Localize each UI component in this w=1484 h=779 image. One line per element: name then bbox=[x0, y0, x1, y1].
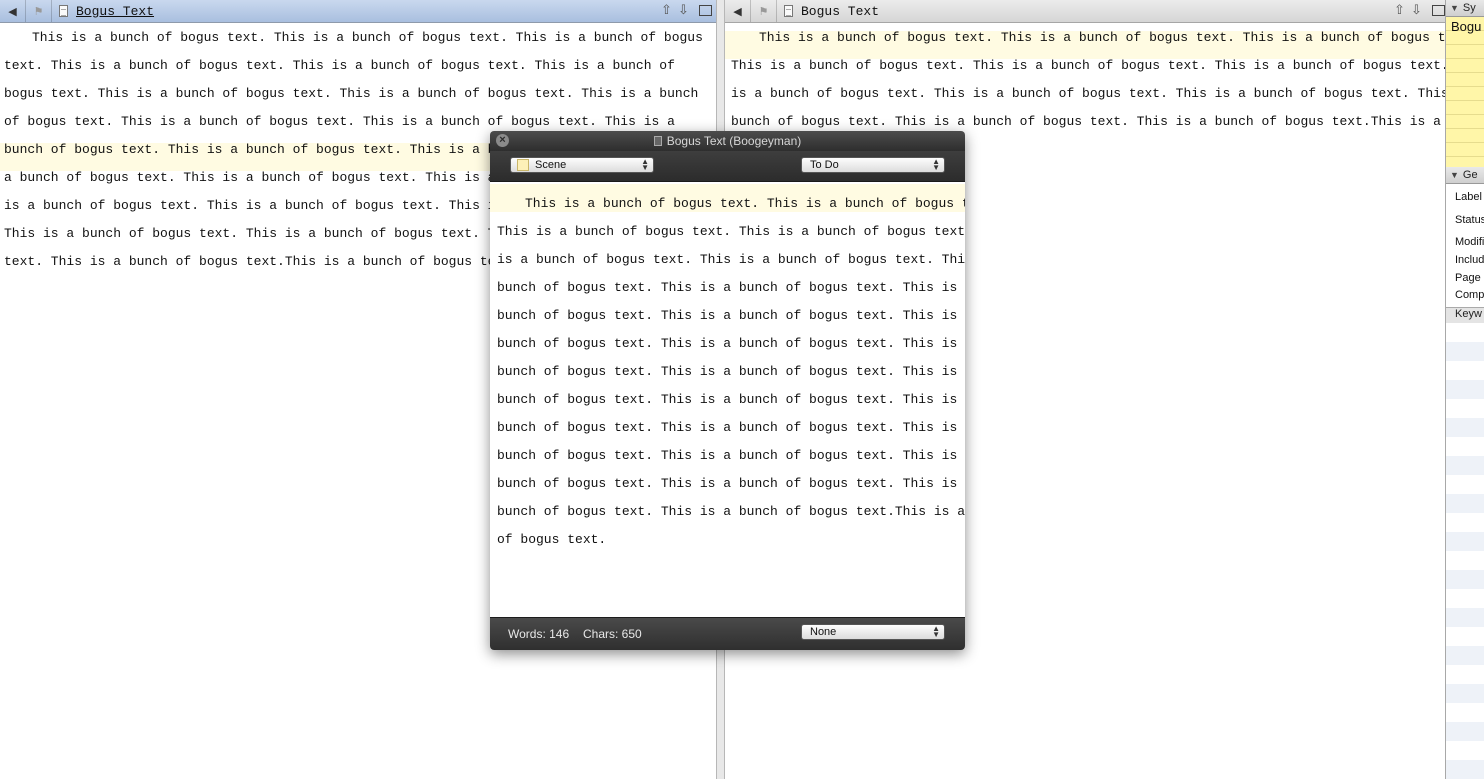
general-header-label: Ge bbox=[1462, 169, 1478, 181]
back-arrow-icon[interactable]: ◀ bbox=[0, 0, 26, 22]
next-document-icon[interactable]: ⇩ bbox=[676, 2, 691, 18]
synopsis-text: Bogu bbox=[1451, 19, 1482, 34]
right-pane-header: ◀ ⚑ Bogus Text ⇧ ⇩ bbox=[725, 0, 1445, 23]
synopsis-header[interactable]: ▼ Sy bbox=[1446, 0, 1484, 17]
label-color-swatch bbox=[517, 159, 529, 171]
previous-document-icon[interactable]: ⇧ bbox=[1392, 2, 1407, 18]
target-popup[interactable]: None ▲ ▼ bbox=[801, 624, 945, 640]
quick-reference-text: This is a bunch of bogus text. This is a… bbox=[497, 190, 965, 554]
left-pane-header: ◀ ⚑ Bogus Text ⇧ ⇩ bbox=[0, 0, 716, 23]
quick-reference-body: This is a bunch of bogus text. This is a… bbox=[497, 196, 965, 547]
quick-reference-title-bar[interactable]: × Bogus Text (Boogeyman) bbox=[490, 131, 965, 151]
forward-flag-icon[interactable]: ⚑ bbox=[751, 0, 777, 22]
document-icon bbox=[784, 5, 793, 17]
forward-flag-icon[interactable]: ⚑ bbox=[26, 0, 52, 22]
popup-arrows-icon: ▲ ▼ bbox=[932, 624, 940, 639]
compile-row: Comp bbox=[1455, 289, 1484, 301]
inspector-panel: ▼ Sy Bogu ▼ Ge Label Status Modifi Inclu… bbox=[1445, 0, 1484, 779]
general-header[interactable]: ▼ Ge bbox=[1446, 167, 1484, 184]
label-row: Label bbox=[1455, 191, 1482, 203]
popup-arrows-icon: ▲ ▼ bbox=[932, 157, 940, 172]
quick-reference-toolbar: Scene ▲ ▼ To Do ▲ ▼ bbox=[490, 151, 965, 182]
status-popup[interactable]: To Do ▲ ▼ bbox=[801, 157, 945, 173]
right-pane-header-controls: ⇧ ⇩ bbox=[1392, 2, 1445, 18]
quick-reference-editor[interactable]: This is a bunch of bogus text. This is a… bbox=[490, 182, 965, 618]
status-popup-value: To Do bbox=[810, 159, 839, 171]
left-pane-header-controls: ⇧ ⇩ bbox=[659, 2, 712, 18]
document-icon bbox=[59, 5, 68, 17]
next-document-icon[interactable]: ⇩ bbox=[1409, 2, 1424, 18]
label-popup[interactable]: Scene ▲ ▼ bbox=[510, 157, 654, 173]
char-count: Chars: 650 bbox=[583, 627, 642, 641]
status-row: Status bbox=[1455, 214, 1484, 226]
back-arrow-icon[interactable]: ◀ bbox=[725, 0, 751, 22]
quick-reference-panel: × Bogus Text (Boogeyman) Scene ▲ ▼ To Do … bbox=[490, 131, 965, 650]
disclosure-triangle-icon[interactable]: ▼ bbox=[1450, 170, 1459, 180]
document-icon bbox=[653, 136, 662, 146]
previous-document-icon[interactable]: ⇧ bbox=[659, 2, 674, 18]
quick-reference-footer: Words: 146 Chars: 650 None ▲ ▼ bbox=[490, 617, 965, 650]
page-row: Page bbox=[1455, 272, 1481, 284]
target-popup-value: None bbox=[810, 626, 837, 638]
include-row: Includ bbox=[1455, 254, 1484, 266]
word-count: Words: 146 bbox=[508, 627, 570, 641]
quick-reference-title: Bogus Text (Boogeyman) bbox=[666, 134, 802, 148]
left-pane-title[interactable]: Bogus Text bbox=[76, 4, 154, 19]
synopsis-card[interactable]: Bogu bbox=[1446, 17, 1484, 167]
modified-row: Modifi bbox=[1455, 236, 1484, 248]
split-editor-icon[interactable] bbox=[1432, 5, 1445, 16]
split-editor-icon[interactable] bbox=[699, 5, 712, 16]
close-icon[interactable]: × bbox=[496, 134, 509, 147]
popup-arrows-icon: ▲ ▼ bbox=[641, 157, 649, 172]
disclosure-triangle-icon[interactable]: ▼ bbox=[1450, 3, 1459, 13]
right-pane-title[interactable]: Bogus Text bbox=[801, 4, 879, 19]
label-popup-value: Scene bbox=[535, 159, 567, 171]
synopsis-header-label: Sy bbox=[1462, 2, 1476, 14]
keywords-list[interactable] bbox=[1446, 323, 1484, 779]
keywords-header[interactable]: Keyw bbox=[1446, 307, 1484, 324]
